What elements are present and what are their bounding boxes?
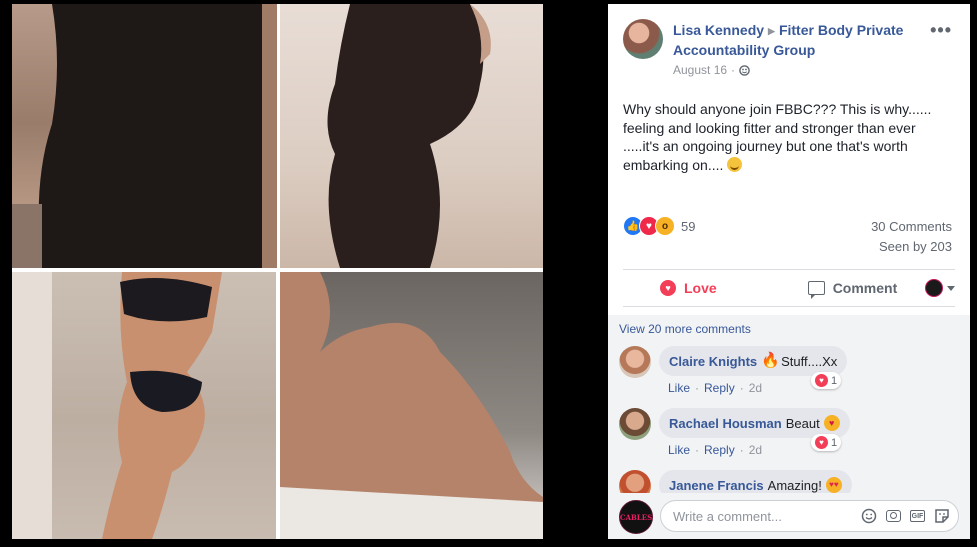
commenter-avatar[interactable] [619,408,651,440]
dot-separator: · [695,381,700,395]
dot-separator: · [739,381,744,395]
chevron-down-icon [947,285,955,291]
comment-reaction-count: 1 [831,436,838,449]
comment-reaction-count: 1 [831,374,838,387]
in-love-icon: ♥♥ [825,477,842,493]
comment-bubble-icon [807,281,825,299]
comment-reaction-badge[interactable]: ♥ 1 [811,434,842,451]
reply-link[interactable]: Reply [704,443,735,457]
comment-composer: CABLES GIF [608,493,970,539]
post-text: Why should anyone join FBBC??? This is w… [623,100,953,174]
more-options-icon[interactable]: ••• [930,20,952,41]
photo-after-side [12,272,276,539]
comment-author[interactable]: Janene Francis [669,478,764,493]
gif-icon[interactable]: GIF [910,510,925,522]
comment-text: Amazing! [767,477,822,493]
post-text-line-4: embarking on.... [623,156,724,173]
comment-time[interactable]: 2d [749,381,762,395]
body-silhouette [12,4,277,268]
body-silhouette [12,272,222,539]
body-silhouette [327,4,491,268]
divider [623,306,955,307]
fire-icon: 🔥 [761,352,780,369]
kiss-icon: ♥ [823,415,840,431]
like-link[interactable]: Like [668,443,690,457]
post-text-line: Why should anyone join FBBC??? This is w… [623,101,932,117]
reaction-count: 59 [681,218,696,234]
triangle-right-icon: ▶ [768,26,775,36]
heart-icon: ♥ [815,436,828,449]
love-button[interactable]: ♥ Love [660,280,717,296]
post-panel: Lisa Kennedy ▶ Fitter Body Private Account… [608,4,970,539]
comment-text: Beaut [785,415,820,431]
photo-before-front [12,4,277,268]
heart-icon: ♥ [815,374,828,387]
author-avatar[interactable] [623,19,663,59]
comment-label: Comment [832,280,898,296]
post-photo[interactable] [12,4,543,539]
wow-reaction-icon: o [655,216,675,236]
post-text-line: embarking on.... [623,156,953,175]
reaction-summary[interactable]: 👍 ♥ o 59 [623,216,695,236]
heart-icon: ♥ [660,280,676,296]
comment-input-box[interactable]: GIF [660,500,959,532]
post-meta: August 16 · [673,63,750,77]
photo-after-arm [280,272,543,539]
sticker-icon[interactable] [934,508,950,524]
love-label: Love [684,280,717,296]
camera-icon[interactable] [886,510,901,522]
arm-silhouette [280,272,543,539]
comment-text: Stuff....Xx [781,353,838,369]
post-text-line: feeling and looking fitter and stronger … [623,119,916,136]
act-as-page-selector[interactable] [925,279,955,297]
composer-tools: GIF [861,508,950,524]
group-audience-icon [739,64,750,76]
comment-reaction-badge[interactable]: ♥ 1 [811,372,842,389]
author-name[interactable]: Lisa Kennedy [673,22,764,38]
comment-author[interactable]: Rachael Housman [669,416,782,431]
comments-count-link[interactable]: 30 Comments [871,219,952,234]
current-user-avatar[interactable]: CABLES [619,500,653,534]
photo-before-side [280,4,543,268]
comment-time[interactable]: 2d [749,443,762,457]
post-header: Lisa Kennedy ▶ Fitter Body Private Account… [673,21,928,60]
like-link[interactable]: Like [668,381,690,395]
dot-separator: · [739,443,744,457]
comment-actions: Like · Reply · 2d [668,443,762,457]
comment-input[interactable] [671,507,835,525]
comment-button[interactable]: Comment [807,280,898,299]
post-text-line: .....it's an ongoing journey but one tha… [623,138,908,154]
dot-separator: · [731,63,736,77]
reply-link[interactable]: Reply [704,381,735,395]
post-date[interactable]: August 16 [673,63,727,77]
comment-actions: Like · Reply · 2d [668,381,762,395]
comment-author[interactable]: Claire Knights [669,354,757,369]
commenter-avatar[interactable] [619,346,651,378]
page-avatar [925,279,943,297]
seen-by-count[interactable]: Seen by 203 [879,239,952,254]
dot-separator: · [695,443,700,457]
smile-emoji-icon [727,156,743,172]
emoji-icon[interactable] [861,508,877,524]
view-more-comments-link[interactable]: View 20 more comments [619,322,751,336]
post-actions: ♥ Love Comment [623,270,955,306]
